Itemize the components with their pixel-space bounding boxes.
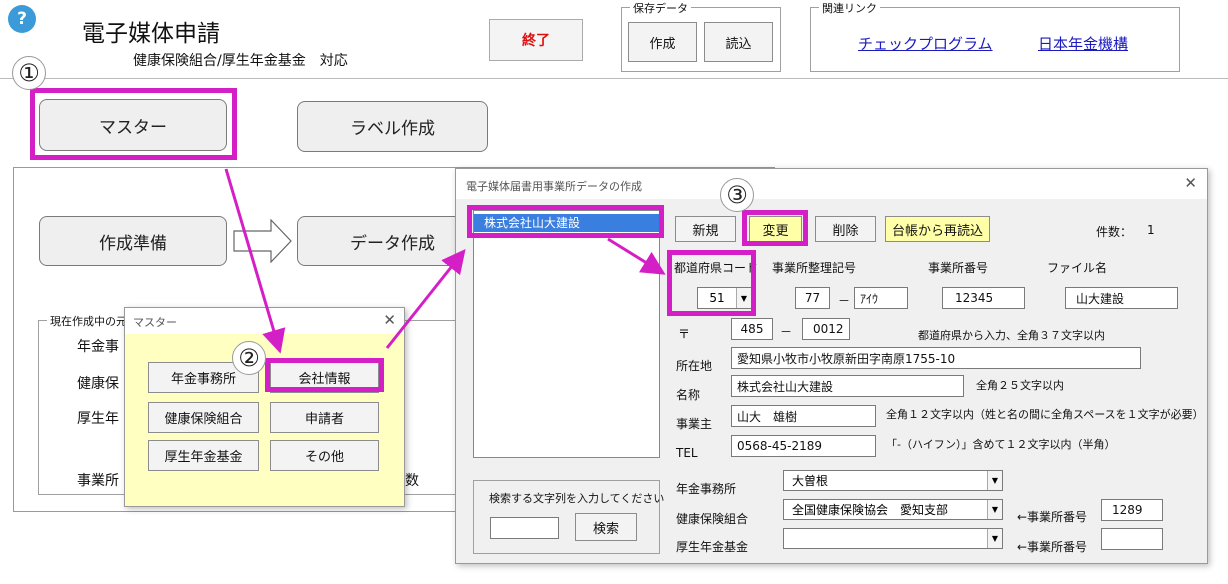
annotation-arrows [224, 168, 666, 354]
step-2-badge: ② [232, 341, 266, 375]
step-1-badge: ① [12, 56, 46, 90]
step-3-badge: ③ [720, 178, 754, 212]
